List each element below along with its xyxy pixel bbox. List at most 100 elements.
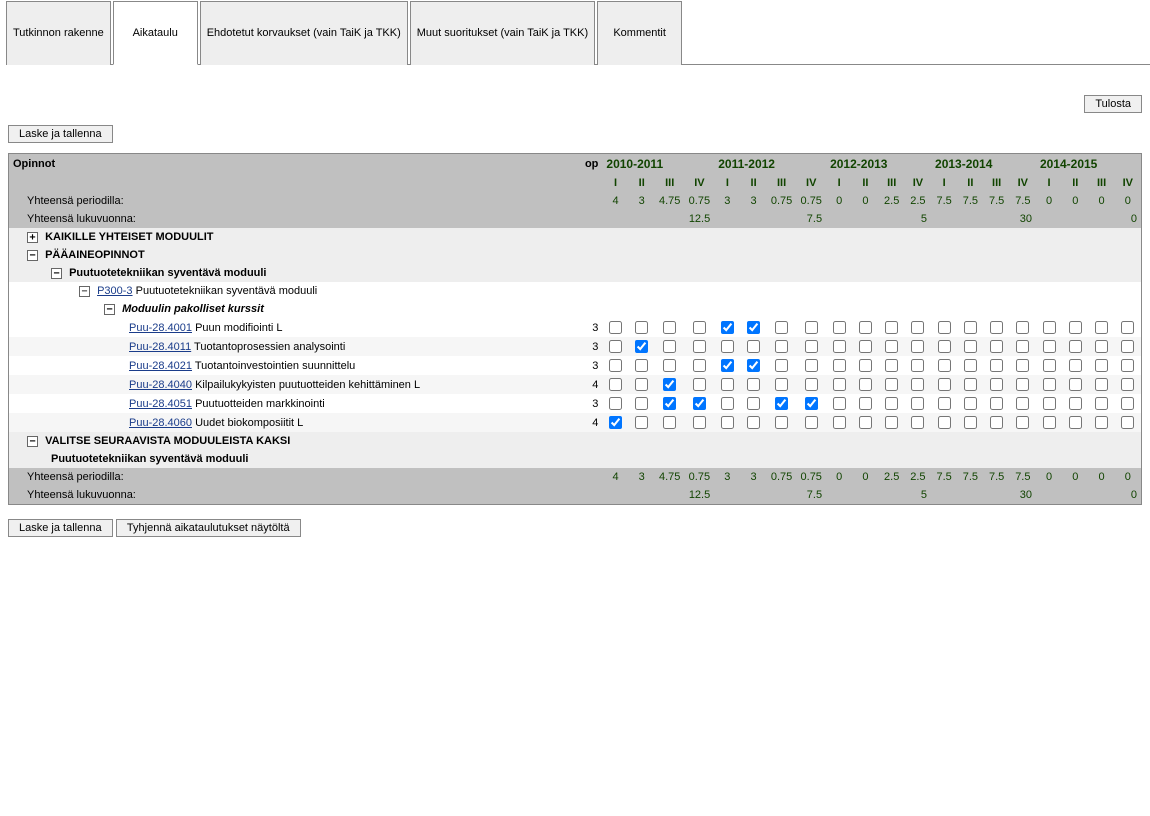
course-checkbox[interactable] xyxy=(663,397,676,410)
course-checkbox[interactable] xyxy=(859,321,872,334)
course-checkbox[interactable] xyxy=(747,340,760,353)
course-checkbox[interactable] xyxy=(990,416,1003,429)
course-checkbox[interactable] xyxy=(635,397,648,410)
course-checkbox[interactable] xyxy=(911,397,924,410)
course-checkbox[interactable] xyxy=(1043,340,1056,353)
course-checkbox[interactable] xyxy=(721,416,734,429)
course-checkbox[interactable] xyxy=(721,397,734,410)
course-checkbox[interactable] xyxy=(1016,359,1029,372)
course-checkbox[interactable] xyxy=(805,321,818,334)
course-checkbox[interactable] xyxy=(859,416,872,429)
course-checkbox[interactable] xyxy=(964,359,977,372)
course-checkbox[interactable] xyxy=(990,378,1003,391)
course-checkbox[interactable] xyxy=(663,416,676,429)
course-checkbox[interactable] xyxy=(1121,378,1134,391)
course-checkbox[interactable] xyxy=(911,321,924,334)
course-checkbox[interactable] xyxy=(964,416,977,429)
course-checkbox[interactable] xyxy=(1121,397,1134,410)
clear-button[interactable]: Tyhjennä aikataulutukset näytöltä xyxy=(116,519,301,537)
course-link[interactable]: Puu-28.4060 xyxy=(129,417,192,429)
toggle-pakolliset[interactable]: − xyxy=(104,304,115,315)
course-checkbox[interactable] xyxy=(964,397,977,410)
course-checkbox[interactable] xyxy=(990,340,1003,353)
course-checkbox[interactable] xyxy=(747,321,760,334)
course-checkbox[interactable] xyxy=(1121,359,1134,372)
course-checkbox[interactable] xyxy=(938,321,951,334)
course-checkbox[interactable] xyxy=(938,416,951,429)
course-checkbox[interactable] xyxy=(1095,397,1108,410)
toggle-valitse[interactable]: − xyxy=(27,436,38,447)
course-checkbox[interactable] xyxy=(911,340,924,353)
course-checkbox[interactable] xyxy=(1016,340,1029,353)
course-checkbox[interactable] xyxy=(1095,340,1108,353)
course-checkbox[interactable] xyxy=(964,378,977,391)
course-checkbox[interactable] xyxy=(775,340,788,353)
course-checkbox[interactable] xyxy=(1016,416,1029,429)
course-link[interactable]: Puu-28.4040 xyxy=(129,379,192,391)
course-checkbox[interactable] xyxy=(635,378,648,391)
course-checkbox[interactable] xyxy=(1043,359,1056,372)
course-checkbox[interactable] xyxy=(805,340,818,353)
link-p300[interactable]: P300-3 xyxy=(97,285,132,297)
course-checkbox[interactable] xyxy=(833,416,846,429)
course-checkbox[interactable] xyxy=(1069,340,1082,353)
course-checkbox[interactable] xyxy=(1095,416,1108,429)
course-checkbox[interactable] xyxy=(805,359,818,372)
course-link[interactable]: Puu-28.4011 xyxy=(129,341,191,353)
course-checkbox[interactable] xyxy=(938,359,951,372)
course-checkbox[interactable] xyxy=(635,340,648,353)
course-checkbox[interactable] xyxy=(1016,378,1029,391)
course-checkbox[interactable] xyxy=(635,359,648,372)
course-checkbox[interactable] xyxy=(859,359,872,372)
course-checkbox[interactable] xyxy=(747,378,760,391)
course-checkbox[interactable] xyxy=(721,321,734,334)
course-checkbox[interactable] xyxy=(721,378,734,391)
toggle-p300[interactable]: − xyxy=(79,286,90,297)
course-checkbox[interactable] xyxy=(885,397,898,410)
course-checkbox[interactable] xyxy=(775,416,788,429)
course-checkbox[interactable] xyxy=(693,359,706,372)
course-checkbox[interactable] xyxy=(1043,321,1056,334)
course-link[interactable]: Puu-28.4051 xyxy=(129,398,192,410)
course-checkbox[interactable] xyxy=(663,378,676,391)
course-checkbox[interactable] xyxy=(833,359,846,372)
course-checkbox[interactable] xyxy=(635,321,648,334)
course-checkbox[interactable] xyxy=(609,416,622,429)
course-checkbox[interactable] xyxy=(775,397,788,410)
toggle-puu-syv[interactable]: − xyxy=(51,268,62,279)
course-checkbox[interactable] xyxy=(1043,416,1056,429)
course-checkbox[interactable] xyxy=(885,359,898,372)
course-checkbox[interactable] xyxy=(990,397,1003,410)
course-checkbox[interactable] xyxy=(964,340,977,353)
course-checkbox[interactable] xyxy=(609,378,622,391)
course-checkbox[interactable] xyxy=(775,321,788,334)
course-checkbox[interactable] xyxy=(911,416,924,429)
course-checkbox[interactable] xyxy=(938,340,951,353)
course-checkbox[interactable] xyxy=(938,378,951,391)
course-checkbox[interactable] xyxy=(990,321,1003,334)
course-checkbox[interactable] xyxy=(833,397,846,410)
course-checkbox[interactable] xyxy=(609,321,622,334)
course-checkbox[interactable] xyxy=(1121,416,1134,429)
course-checkbox[interactable] xyxy=(1069,397,1082,410)
course-checkbox[interactable] xyxy=(833,378,846,391)
course-checkbox[interactable] xyxy=(693,397,706,410)
course-checkbox[interactable] xyxy=(805,378,818,391)
course-checkbox[interactable] xyxy=(1016,397,1029,410)
tab-comments[interactable]: Kommentit xyxy=(597,1,682,65)
course-checkbox[interactable] xyxy=(805,416,818,429)
course-checkbox[interactable] xyxy=(911,359,924,372)
course-checkbox[interactable] xyxy=(663,321,676,334)
course-checkbox[interactable] xyxy=(1016,321,1029,334)
course-checkbox[interactable] xyxy=(1043,397,1056,410)
course-checkbox[interactable] xyxy=(609,359,622,372)
toggle-kaikille[interactable]: + xyxy=(27,232,38,243)
course-checkbox[interactable] xyxy=(693,340,706,353)
tab-other[interactable]: Muut suoritukset (vain TaiK ja TKK) xyxy=(410,1,595,65)
course-checkbox[interactable] xyxy=(721,340,734,353)
course-checkbox[interactable] xyxy=(693,321,706,334)
course-checkbox[interactable] xyxy=(1043,378,1056,391)
course-checkbox[interactable] xyxy=(775,378,788,391)
tab-schedule[interactable]: Aikataulu xyxy=(113,1,198,65)
tab-structure[interactable]: Tutkinnon rakenne xyxy=(6,1,111,65)
